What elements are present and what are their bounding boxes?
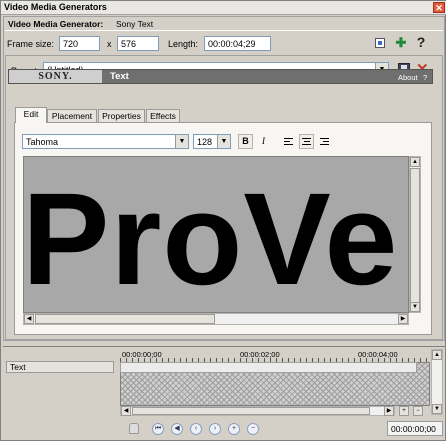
- track-label[interactable]: Text: [6, 361, 114, 373]
- timeline-scroll-right-icon[interactable]: ▶: [384, 406, 394, 416]
- timeline-scroll-left-icon[interactable]: ◀: [121, 406, 131, 416]
- tab-effects[interactable]: Effects: [146, 109, 180, 123]
- length-label: Length:: [168, 39, 199, 49]
- timeline-scroll-thumb[interactable]: [132, 407, 370, 415]
- font-select[interactable]: Tahoma ▼: [22, 134, 189, 149]
- delete-keyframe-icon[interactable]: −: [247, 423, 259, 435]
- chevron-down-icon[interactable]: ▼: [175, 135, 188, 148]
- plugin-bar: SONY. Text About ?: [8, 69, 433, 84]
- scroll-up-icon[interactable]: ▲: [410, 157, 420, 167]
- zoom-in-icon[interactable]: +: [399, 406, 409, 416]
- frame-size-separator: x: [107, 39, 112, 49]
- timeline-vertical-scrollbar[interactable]: ▲ ▼: [431, 349, 443, 415]
- timeline-scroll-up-icon[interactable]: ▲: [432, 350, 442, 360]
- previous-frame-icon[interactable]: ‹: [190, 423, 202, 435]
- properties-icon[interactable]: [375, 38, 385, 48]
- scroll-right-icon[interactable]: ▶: [398, 314, 408, 324]
- frame-height-field[interactable]: 576: [117, 36, 159, 51]
- text-track-event[interactable]: [120, 362, 417, 373]
- text-edit-area[interactable]: ProVe: [23, 156, 409, 313]
- frame-width-field[interactable]: 720: [59, 36, 100, 51]
- text-content: ProVe: [23, 165, 399, 312]
- add-keyframe-icon[interactable]: +: [228, 423, 240, 435]
- align-left-icon[interactable]: [281, 134, 296, 149]
- timeline-scroll-down-icon[interactable]: ▼: [432, 404, 442, 414]
- scroll-left-icon[interactable]: ◀: [24, 314, 34, 324]
- bold-button[interactable]: B: [238, 134, 253, 149]
- scroll-down-icon[interactable]: ▼: [410, 302, 420, 312]
- frame-size-label: Frame size:: [7, 39, 55, 49]
- window-title: Video Media Generators: [4, 2, 107, 12]
- plugin-help-link[interactable]: ?: [423, 73, 427, 82]
- generator-header: Video Media Generator: Sony Text: [5, 18, 443, 31]
- title-bar: Video Media Generators ✕: [1, 1, 446, 15]
- timeline-horizontal-scrollbar[interactable]: ◀ ▶: [120, 406, 395, 416]
- vertical-scrollbar[interactable]: ▲ ▼: [409, 156, 421, 313]
- horizontal-scrollbar[interactable]: ◀ ▶: [23, 313, 409, 325]
- plugin-name: Text: [110, 71, 129, 82]
- go-to-start-icon[interactable]: ⏮: [152, 423, 164, 435]
- video-media-generators-window: Video Media Generators ✕ Video Media Gen…: [0, 0, 446, 441]
- lock-icon[interactable]: [129, 423, 139, 434]
- add-plugin-icon[interactable]: ✚: [395, 36, 407, 49]
- chevron-down-icon[interactable]: ▼: [217, 135, 230, 148]
- generator-label: Video Media Generator:: [8, 19, 104, 29]
- tab-placement[interactable]: Placement: [47, 109, 97, 123]
- font-size-select[interactable]: 128 ▼: [193, 134, 231, 149]
- time-ruler[interactable]: 00:00:00;00 00:00:02;00 00:00:04;00: [120, 349, 430, 362]
- font-size-value: 128: [197, 137, 213, 147]
- horizontal-scroll-thumb[interactable]: [35, 314, 215, 324]
- help-icon[interactable]: ?: [415, 35, 427, 49]
- align-center-icon[interactable]: [299, 134, 314, 149]
- sony-logo: SONY.: [9, 70, 102, 83]
- timecode-position[interactable]: 00:00:00;00: [387, 421, 443, 436]
- next-frame-icon[interactable]: ›: [209, 423, 221, 435]
- font-value: Tahoma: [26, 137, 59, 147]
- vertical-scroll-thumb[interactable]: [410, 168, 420, 306]
- tab-edit[interactable]: Edit: [15, 107, 47, 123]
- timeline-panel: Text 00:00:00;00 00:00:02;00 00:00:04;00…: [3, 346, 445, 440]
- generator-name: Sony Text: [116, 19, 154, 29]
- previous-keyframe-icon[interactable]: ◀: [171, 423, 183, 435]
- close-icon[interactable]: ✕: [433, 2, 445, 13]
- italic-button[interactable]: I: [256, 134, 271, 149]
- about-link[interactable]: About: [398, 73, 418, 82]
- zoom-out-icon[interactable]: −: [413, 406, 423, 416]
- tab-properties[interactable]: Properties: [98, 109, 145, 123]
- length-field[interactable]: 00:00:04;29: [204, 36, 271, 51]
- align-right-icon[interactable]: [317, 134, 332, 149]
